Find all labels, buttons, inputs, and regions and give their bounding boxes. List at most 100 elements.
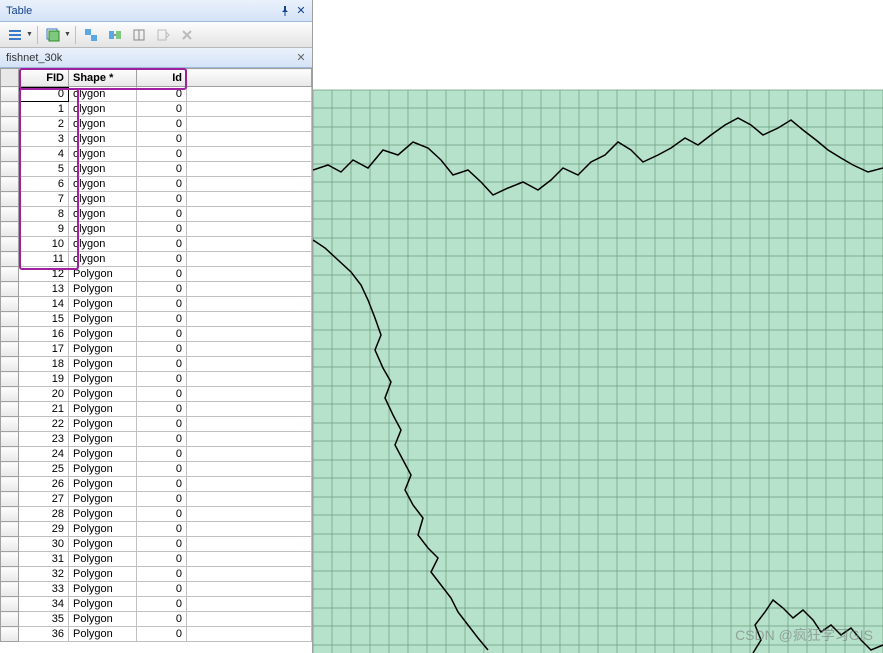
cell-shape[interactable]: Polygon: [69, 417, 137, 432]
row-selector[interactable]: [1, 207, 19, 222]
cell-shape[interactable]: olygon: [69, 237, 137, 252]
row-selector[interactable]: [1, 102, 19, 117]
cell-shape[interactable]: Polygon: [69, 312, 137, 327]
row-selector[interactable]: [1, 612, 19, 627]
column-header-fid[interactable]: FID: [19, 69, 69, 87]
cell-id[interactable]: 0: [137, 207, 187, 222]
table-row[interactable]: 25Polygon0: [1, 462, 312, 477]
cell-fid[interactable]: 2: [19, 117, 69, 132]
cell-fid[interactable]: 11: [19, 252, 69, 267]
close-panel-icon[interactable]: ✕: [294, 4, 308, 18]
table-row[interactable]: 13Polygon0: [1, 282, 312, 297]
cell-id[interactable]: 0: [137, 477, 187, 492]
cell-fid[interactable]: 25: [19, 462, 69, 477]
row-selector[interactable]: [1, 432, 19, 447]
cell-shape[interactable]: Polygon: [69, 432, 137, 447]
table-row[interactable]: 31Polygon0: [1, 552, 312, 567]
row-selector[interactable]: [1, 567, 19, 582]
row-selector[interactable]: [1, 492, 19, 507]
row-header-column[interactable]: [1, 69, 19, 87]
cell-id[interactable]: 0: [137, 447, 187, 462]
table-row[interactable]: 15Polygon0: [1, 312, 312, 327]
add-field-button[interactable]: [128, 24, 150, 46]
cell-fid[interactable]: 12: [19, 267, 69, 282]
row-selector[interactable]: [1, 417, 19, 432]
row-selector[interactable]: [1, 237, 19, 252]
row-selector[interactable]: [1, 462, 19, 477]
table-row[interactable]: 14Polygon0: [1, 297, 312, 312]
cell-id[interactable]: 0: [137, 507, 187, 522]
row-selector[interactable]: [1, 327, 19, 342]
table-row[interactable]: 4olygon0: [1, 147, 312, 162]
row-selector[interactable]: [1, 282, 19, 297]
cell-fid[interactable]: 27: [19, 492, 69, 507]
cell-id[interactable]: 0: [137, 582, 187, 597]
cell-id[interactable]: 0: [137, 492, 187, 507]
cell-shape[interactable]: Polygon: [69, 402, 137, 417]
cell-fid[interactable]: 33: [19, 582, 69, 597]
map-view[interactable]: CSDN @疯狂学习GIS: [313, 0, 883, 653]
table-row[interactable]: 1olygon0: [1, 102, 312, 117]
row-selector[interactable]: [1, 507, 19, 522]
table-row[interactable]: 30Polygon0: [1, 537, 312, 552]
cell-fid[interactable]: 17: [19, 342, 69, 357]
cell-shape[interactable]: Polygon: [69, 477, 137, 492]
cell-shape[interactable]: Polygon: [69, 507, 137, 522]
cell-fid[interactable]: 22: [19, 417, 69, 432]
cell-shape[interactable]: Polygon: [69, 267, 137, 282]
cell-id[interactable]: 0: [137, 162, 187, 177]
column-header-shape[interactable]: Shape *: [69, 69, 137, 87]
cell-shape[interactable]: Polygon: [69, 492, 137, 507]
table-row[interactable]: 17Polygon0: [1, 342, 312, 357]
cell-shape[interactable]: olygon: [69, 132, 137, 147]
row-selector[interactable]: [1, 597, 19, 612]
cell-id[interactable]: 0: [137, 417, 187, 432]
cell-fid[interactable]: 18: [19, 357, 69, 372]
cell-shape[interactable]: olygon: [69, 87, 137, 102]
cell-id[interactable]: 0: [137, 132, 187, 147]
row-selector[interactable]: [1, 222, 19, 237]
table-row[interactable]: 0olygon0: [1, 87, 312, 102]
cell-id[interactable]: 0: [137, 402, 187, 417]
row-selector[interactable]: [1, 297, 19, 312]
cell-shape[interactable]: olygon: [69, 252, 137, 267]
cell-shape[interactable]: olygon: [69, 192, 137, 207]
row-selector[interactable]: [1, 627, 19, 642]
cell-fid[interactable]: 0: [19, 87, 69, 102]
table-row[interactable]: 11olygon0: [1, 252, 312, 267]
table-row[interactable]: 34Polygon0: [1, 597, 312, 612]
dropdown-arrow-icon[interactable]: ▼: [26, 31, 33, 38]
export-button[interactable]: [152, 24, 174, 46]
cell-shape[interactable]: Polygon: [69, 462, 137, 477]
cell-fid[interactable]: 23: [19, 432, 69, 447]
cell-shape[interactable]: Polygon: [69, 447, 137, 462]
cell-id[interactable]: 0: [137, 237, 187, 252]
row-selector[interactable]: [1, 252, 19, 267]
cell-id[interactable]: 0: [137, 522, 187, 537]
cell-fid[interactable]: 36: [19, 627, 69, 642]
cell-shape[interactable]: Polygon: [69, 552, 137, 567]
cell-id[interactable]: 0: [137, 462, 187, 477]
cell-fid[interactable]: 14: [19, 297, 69, 312]
cell-id[interactable]: 0: [137, 267, 187, 282]
row-selector[interactable]: [1, 147, 19, 162]
table-row[interactable]: 26Polygon0: [1, 477, 312, 492]
table-row[interactable]: 3olygon0: [1, 132, 312, 147]
cell-shape[interactable]: Polygon: [69, 522, 137, 537]
cell-shape[interactable]: olygon: [69, 222, 137, 237]
table-tab[interactable]: fishnet_30k: [6, 52, 62, 64]
row-selector[interactable]: [1, 117, 19, 132]
related-tables-button[interactable]: [104, 24, 126, 46]
cell-fid[interactable]: 30: [19, 537, 69, 552]
cell-id[interactable]: 0: [137, 117, 187, 132]
cell-fid[interactable]: 6: [19, 177, 69, 192]
cell-shape[interactable]: Polygon: [69, 567, 137, 582]
table-row[interactable]: 8olygon0: [1, 207, 312, 222]
cell-id[interactable]: 0: [137, 312, 187, 327]
cell-id[interactable]: 0: [137, 567, 187, 582]
cell-fid[interactable]: 34: [19, 597, 69, 612]
cell-id[interactable]: 0: [137, 87, 187, 102]
cell-shape[interactable]: olygon: [69, 117, 137, 132]
table-row[interactable]: 16Polygon0: [1, 327, 312, 342]
cell-id[interactable]: 0: [137, 147, 187, 162]
